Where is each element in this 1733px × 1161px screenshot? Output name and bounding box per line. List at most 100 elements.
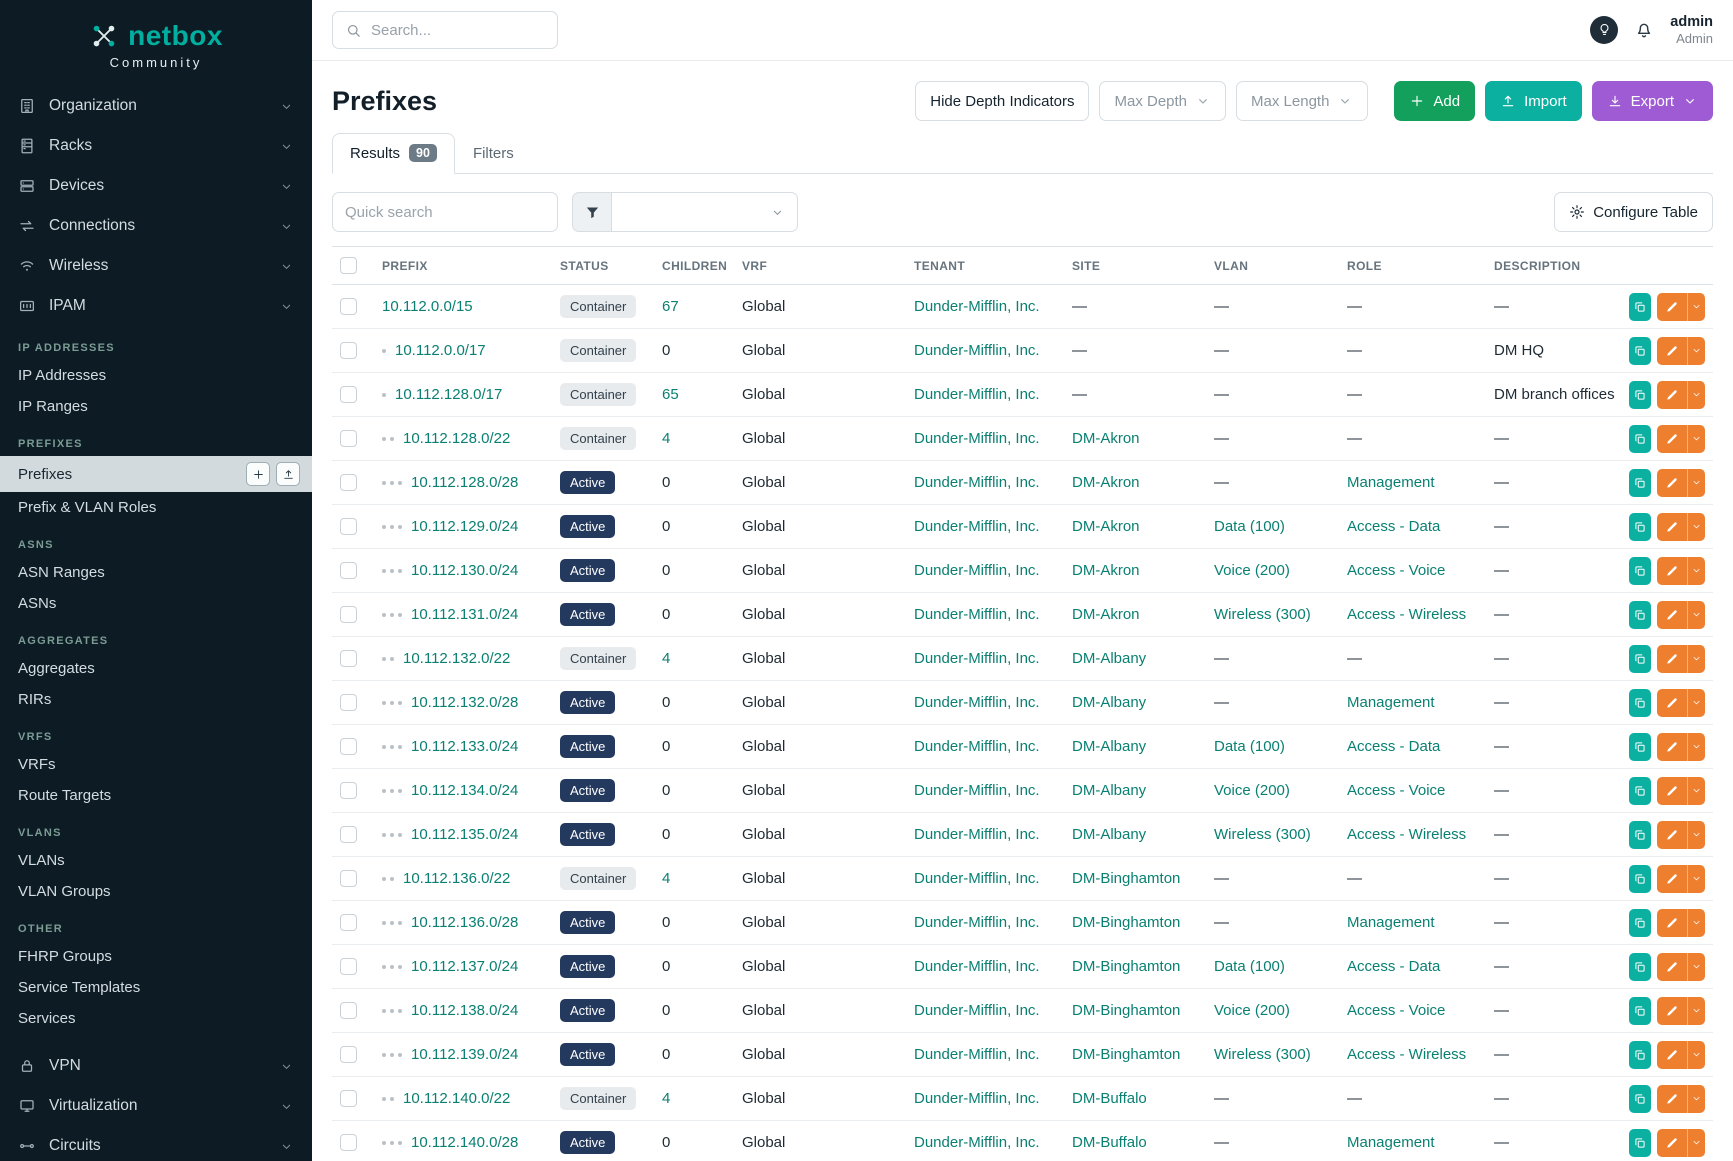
sidebar-item-ip-ranges[interactable]: IP Ranges xyxy=(0,391,312,422)
select-all-checkbox[interactable] xyxy=(340,257,357,274)
sidebar-item-vlans[interactable]: VLANs xyxy=(0,845,312,876)
prefix-link[interactable]: 10.112.138.0/24 xyxy=(411,1002,518,1019)
role-link[interactable]: Access - Data xyxy=(1347,518,1440,535)
children-count-link[interactable]: 65 xyxy=(662,386,679,403)
role-link[interactable]: Access - Data xyxy=(1347,738,1440,755)
vlan-link[interactable]: Voice (200) xyxy=(1214,782,1290,799)
prefix-link[interactable]: 10.112.0.0/17 xyxy=(395,342,486,359)
clone-button[interactable] xyxy=(1629,821,1651,849)
row-checkbox[interactable] xyxy=(340,782,357,799)
tenant-link[interactable]: Dunder-Mifflin, Inc. xyxy=(914,1046,1040,1063)
role-link[interactable]: Management xyxy=(1347,914,1435,931)
clone-button[interactable] xyxy=(1629,557,1651,585)
row-checkbox[interactable] xyxy=(340,738,357,755)
tenant-link[interactable]: Dunder-Mifflin, Inc. xyxy=(914,1002,1040,1019)
row-checkbox[interactable] xyxy=(340,650,357,667)
row-checkbox[interactable] xyxy=(340,1090,357,1107)
edit-dropdown-toggle[interactable] xyxy=(1687,689,1705,717)
edit-button[interactable] xyxy=(1657,953,1687,981)
clone-button[interactable] xyxy=(1629,953,1651,981)
prefix-link[interactable]: 10.112.132.0/28 xyxy=(411,694,518,711)
tenant-link[interactable]: Dunder-Mifflin, Inc. xyxy=(914,342,1040,359)
edit-dropdown-toggle[interactable] xyxy=(1687,557,1705,585)
vlan-link[interactable]: Wireless (300) xyxy=(1214,606,1311,623)
tenant-link[interactable]: Dunder-Mifflin, Inc. xyxy=(914,694,1040,711)
sidebar-item-prefix-vlan-roles[interactable]: Prefix & VLAN Roles xyxy=(0,492,312,523)
sidebar-item-aggregates[interactable]: Aggregates xyxy=(0,653,312,684)
prefix-link[interactable]: 10.112.128.0/22 xyxy=(403,430,510,447)
edit-dropdown-toggle[interactable] xyxy=(1687,293,1705,321)
theme-toggle-button[interactable] xyxy=(1590,16,1618,44)
tenant-link[interactable]: Dunder-Mifflin, Inc. xyxy=(914,430,1040,447)
column-header-status[interactable]: STATUS xyxy=(552,247,654,285)
role-link[interactable]: Access - Wireless xyxy=(1347,826,1466,843)
role-link[interactable]: Access - Wireless xyxy=(1347,1046,1466,1063)
clone-button[interactable] xyxy=(1629,1085,1651,1113)
edit-dropdown-toggle[interactable] xyxy=(1687,425,1705,453)
tab-results[interactable]: Results 90 xyxy=(332,133,455,174)
row-checkbox[interactable] xyxy=(340,826,357,843)
site-link[interactable]: DM-Binghamton xyxy=(1072,958,1180,975)
site-link[interactable]: DM-Binghamton xyxy=(1072,1046,1180,1063)
tenant-link[interactable]: Dunder-Mifflin, Inc. xyxy=(914,298,1040,315)
sidebar-item-asn-ranges[interactable]: ASN Ranges xyxy=(0,557,312,588)
vlan-link[interactable]: Wireless (300) xyxy=(1214,1046,1311,1063)
row-checkbox[interactable] xyxy=(340,1046,357,1063)
tenant-link[interactable]: Dunder-Mifflin, Inc. xyxy=(914,826,1040,843)
prefix-link[interactable]: 10.112.140.0/22 xyxy=(403,1090,510,1107)
clone-button[interactable] xyxy=(1629,997,1651,1025)
children-count-link[interactable]: 4 xyxy=(662,1090,670,1107)
edit-button[interactable] xyxy=(1657,513,1687,541)
column-header-description[interactable]: DESCRIPTION xyxy=(1486,247,1621,285)
edit-button[interactable] xyxy=(1657,1085,1687,1113)
children-count-link[interactable]: 67 xyxy=(662,298,679,315)
site-link[interactable]: DM-Albany xyxy=(1072,650,1146,667)
sidebar-item-route-targets[interactable]: Route Targets xyxy=(0,780,312,811)
tenant-link[interactable]: Dunder-Mifflin, Inc. xyxy=(914,1090,1040,1107)
row-checkbox[interactable] xyxy=(340,298,357,315)
edit-dropdown-toggle[interactable] xyxy=(1687,953,1705,981)
prefix-link[interactable]: 10.112.134.0/24 xyxy=(411,782,518,799)
row-checkbox[interactable] xyxy=(340,430,357,447)
prefix-link[interactable]: 10.112.130.0/24 xyxy=(411,562,518,579)
column-header-vlan[interactable]: VLAN xyxy=(1206,247,1339,285)
clone-button[interactable] xyxy=(1629,1041,1651,1069)
edit-dropdown-toggle[interactable] xyxy=(1687,821,1705,849)
site-link[interactable]: DM-Akron xyxy=(1072,474,1140,491)
sidebar-item-connections[interactable]: Connections xyxy=(0,206,312,246)
row-checkbox[interactable] xyxy=(340,1002,357,1019)
prefix-link[interactable]: 10.112.136.0/28 xyxy=(411,914,518,931)
site-link[interactable]: DM-Albany xyxy=(1072,694,1146,711)
clone-button[interactable] xyxy=(1629,645,1651,673)
export-button[interactable]: Export xyxy=(1592,81,1713,121)
tenant-link[interactable]: Dunder-Mifflin, Inc. xyxy=(914,782,1040,799)
quick-import-button[interactable] xyxy=(276,462,300,486)
role-link[interactable]: Access - Voice xyxy=(1347,562,1445,579)
vlan-link[interactable]: Voice (200) xyxy=(1214,1002,1290,1019)
clone-button[interactable] xyxy=(1629,601,1651,629)
prefix-link[interactable]: 10.112.139.0/24 xyxy=(411,1046,518,1063)
edit-dropdown-toggle[interactable] xyxy=(1687,381,1705,409)
site-link[interactable]: DM-Albany xyxy=(1072,826,1146,843)
quick-add-button[interactable] xyxy=(246,462,270,486)
edit-button[interactable] xyxy=(1657,909,1687,937)
edit-button[interactable] xyxy=(1657,1041,1687,1069)
edit-button[interactable] xyxy=(1657,821,1687,849)
sidebar-item-fhrp-groups[interactable]: FHRP Groups xyxy=(0,941,312,972)
vlan-link[interactable]: Voice (200) xyxy=(1214,562,1290,579)
tab-filters[interactable]: Filters xyxy=(455,134,532,174)
role-link[interactable]: Access - Data xyxy=(1347,958,1440,975)
children-count-link[interactable]: 4 xyxy=(662,870,670,887)
row-checkbox[interactable] xyxy=(340,1134,357,1151)
tenant-link[interactable]: Dunder-Mifflin, Inc. xyxy=(914,474,1040,491)
sidebar-item-vlan-groups[interactable]: VLAN Groups xyxy=(0,876,312,907)
notifications-button[interactable] xyxy=(1634,20,1654,40)
column-header-site[interactable]: SITE xyxy=(1064,247,1206,285)
edit-dropdown-toggle[interactable] xyxy=(1687,513,1705,541)
tenant-link[interactable]: Dunder-Mifflin, Inc. xyxy=(914,386,1040,403)
edit-dropdown-toggle[interactable] xyxy=(1687,909,1705,937)
edit-dropdown-toggle[interactable] xyxy=(1687,777,1705,805)
tenant-link[interactable]: Dunder-Mifflin, Inc. xyxy=(914,518,1040,535)
sidebar-item-asns[interactable]: ASNs xyxy=(0,588,312,619)
tenant-link[interactable]: Dunder-Mifflin, Inc. xyxy=(914,738,1040,755)
